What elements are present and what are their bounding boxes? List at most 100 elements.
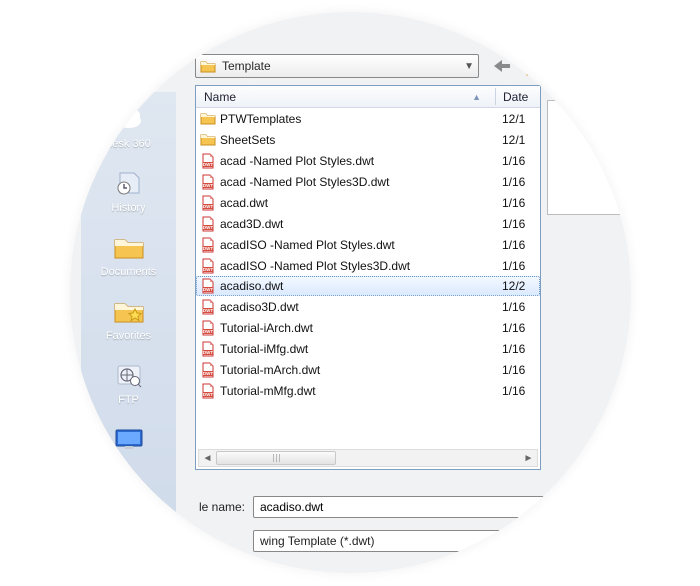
file-name: acadiso3D.dwt <box>220 300 502 314</box>
dwt-file-icon: DWT <box>200 341 216 357</box>
sidebar-item-label: History <box>111 202 145 214</box>
file-name: Tutorial-iMfg.dwt <box>220 342 502 356</box>
svg-text:DWT: DWT <box>203 287 213 292</box>
scroll-right-button[interactable]: ► <box>520 450 537 466</box>
lookin-toolbar: Template ▼ <box>195 52 631 80</box>
desktop-icon <box>111 424 147 454</box>
file-date: 1/16 <box>502 175 536 189</box>
file-row[interactable]: PTWTemplates12/1 <box>196 108 540 129</box>
scroll-thumb[interactable] <box>216 451 336 465</box>
file-date: 1/16 <box>502 321 536 335</box>
documents-icon <box>111 232 147 262</box>
up-folder-button[interactable] <box>525 55 551 77</box>
horizontal-scrollbar[interactable]: ◄ ► <box>198 449 538 467</box>
svg-text:DWT: DWT <box>203 350 213 355</box>
sidebar-item-desk-360[interactable]: desk 360 <box>81 104 176 150</box>
sidebar-item-desktop[interactable] <box>81 424 176 458</box>
file-name-label: le name: <box>185 500 245 514</box>
folder-icon <box>200 132 216 148</box>
folder-icon <box>200 111 216 127</box>
cloud-icon <box>111 104 147 134</box>
svg-text:DWT: DWT <box>203 329 213 334</box>
sidebar-item-label: Documents <box>101 266 157 278</box>
dwt-file-icon: DWT <box>200 216 216 232</box>
scroll-track[interactable] <box>216 450 520 466</box>
dwt-file-icon: DWT <box>200 278 216 294</box>
sidebar-item-label: FTP <box>118 394 139 406</box>
column-date[interactable]: Date <box>495 86 540 107</box>
lookin-value: Template <box>222 59 271 73</box>
svg-text:DWT: DWT <box>203 246 213 251</box>
dwt-file-icon: DWT <box>200 299 216 315</box>
file-date: 1/16 <box>502 217 536 231</box>
file-row[interactable]: DWT acadiso3D.dwt1/16 <box>196 296 540 317</box>
sidebar-item-label: Favorites <box>106 330 151 342</box>
sidebar-item-favorites[interactable]: Favorites <box>81 296 176 342</box>
file-name: acadISO -Named Plot Styles.dwt <box>220 238 502 252</box>
file-name-input[interactable] <box>253 496 615 518</box>
file-date: 1/16 <box>502 238 536 252</box>
sort-indicator-icon: ▲ <box>472 92 487 102</box>
file-row[interactable]: DWT acad -Named Plot Styles.dwt1/16 <box>196 150 540 171</box>
file-row[interactable]: DWTTutorial-iArch.dwt1/16 <box>196 317 540 338</box>
svg-text:DWT: DWT <box>203 183 213 188</box>
file-row[interactable]: DWT acadISO -Named Plot Styles3D.dwt1/16 <box>196 255 540 276</box>
dwt-file-icon: DWT <box>200 320 216 336</box>
preview-label: Preview <box>547 80 631 94</box>
file-date: 12/2 <box>502 279 536 293</box>
file-name: Tutorial-mMfg.dwt <box>220 384 502 398</box>
svg-text:DWT: DWT <box>203 392 213 397</box>
dwt-file-icon: DWT <box>200 258 216 274</box>
svg-text:DWT: DWT <box>203 267 213 272</box>
file-date: 1/16 <box>502 342 536 356</box>
favorites-icon <box>111 296 147 326</box>
file-row[interactable]: DWT acad -Named Plot Styles3D.dwt1/16 <box>196 171 540 192</box>
file-date: 1/16 <box>502 363 536 377</box>
file-row[interactable]: DWTTutorial-mArch.dwt1/16 <box>196 359 540 380</box>
scroll-left-button[interactable]: ◄ <box>199 450 216 466</box>
svg-text:DWT: DWT <box>203 162 213 167</box>
sidebar-item-history[interactable]: History <box>81 168 176 214</box>
sidebar-item-ftp[interactable]: FTP <box>81 360 176 406</box>
file-date: 12/1 <box>502 133 536 147</box>
file-list-header[interactable]: Name ▲ Date <box>196 86 540 108</box>
dwt-file-icon: DWT <box>200 153 216 169</box>
file-name: acad3D.dwt <box>220 217 502 231</box>
dwt-file-icon: DWT <box>200 237 216 253</box>
file-row[interactable]: DWTacad.dwt1/16 <box>196 192 540 213</box>
file-name: acadISO -Named Plot Styles3D.dwt <box>220 259 502 273</box>
file-name: acadiso.dwt <box>220 279 502 293</box>
file-type-dropdown[interactable]: wing Template (*.dwt) ▼ <box>253 530 615 552</box>
file-date: 1/16 <box>502 259 536 273</box>
file-row[interactable]: DWT Tutorial-mMfg.dwt1/16 <box>196 380 540 401</box>
svg-text:DWT: DWT <box>203 225 213 230</box>
dwt-file-icon: DWT <box>200 383 216 399</box>
file-name: acad -Named Plot Styles.dwt <box>220 154 502 168</box>
lookin-dropdown[interactable]: Template ▼ <box>195 54 479 78</box>
back-button[interactable] <box>491 55 513 77</box>
file-date: 1/16 <box>502 154 536 168</box>
sidebar-item-label: desk 360 <box>106 138 151 150</box>
folder-icon <box>200 59 216 73</box>
file-row[interactable]: DWT acad3D.dwt1/16 <box>196 213 540 234</box>
file-date: 1/16 <box>502 384 536 398</box>
places-sidebar: desk 360 History Documents Favorites FTP <box>81 92 176 552</box>
file-name: acad -Named Plot Styles3D.dwt <box>220 175 502 189</box>
preview-box <box>547 100 631 215</box>
file-name: acad.dwt <box>220 196 502 210</box>
file-row[interactable]: DWT acadiso.dwt12/2 <box>196 276 540 296</box>
sidebar-item-documents[interactable]: Documents <box>81 232 176 278</box>
file-row[interactable]: SheetSets12/1 <box>196 129 540 150</box>
file-row[interactable]: DWT acadISO -Named Plot Styles.dwt1/16 <box>196 234 540 255</box>
file-name: PTWTemplates <box>220 112 502 126</box>
file-name-section: le name: wing Template (*.dwt) ▼ <box>185 495 615 553</box>
column-name[interactable]: Name ▲ <box>196 86 495 107</box>
file-date: 12/1 <box>502 112 536 126</box>
dwt-file-icon: DWT <box>200 174 216 190</box>
svg-text:DWT: DWT <box>203 371 213 376</box>
history-icon <box>111 168 147 198</box>
file-date: 1/16 <box>502 300 536 314</box>
file-row[interactable]: DWT Tutorial-iMfg.dwt1/16 <box>196 338 540 359</box>
file-date: 1/16 <box>502 196 536 210</box>
preview-panel: Preview <box>547 80 631 215</box>
